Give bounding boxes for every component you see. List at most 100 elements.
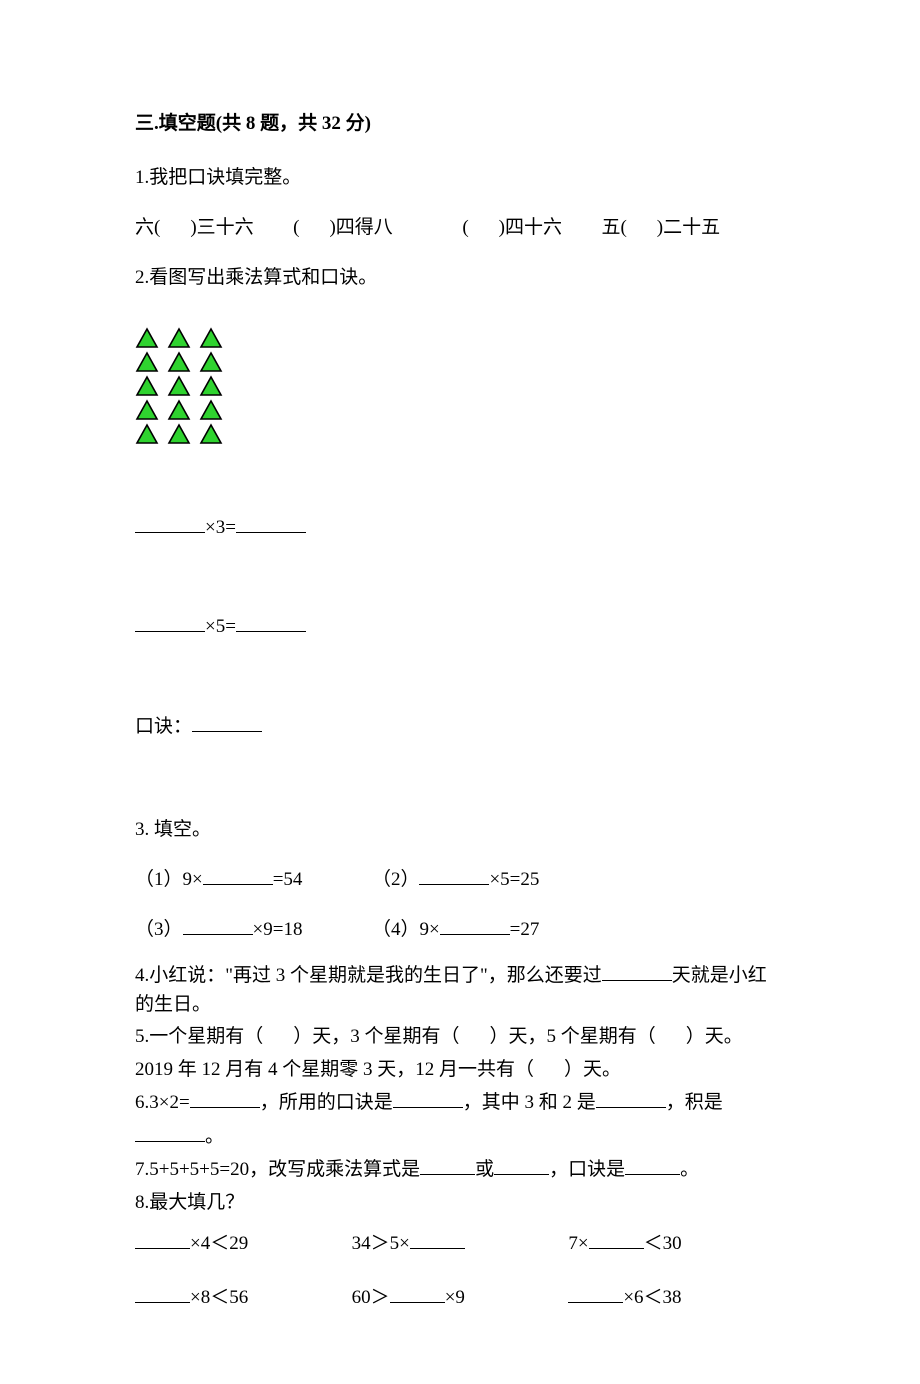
triangle-row bbox=[135, 375, 785, 397]
blank-input[interactable] bbox=[596, 1088, 666, 1108]
triangle-grid bbox=[135, 327, 785, 445]
q3-s1a: （1）9× bbox=[135, 869, 203, 890]
q7-a: 7.5+5+5+5=20，改写成乘法算式是 bbox=[135, 1159, 420, 1180]
triangle-icon bbox=[199, 327, 223, 349]
blank-input[interactable] bbox=[390, 1283, 445, 1303]
triangle-row bbox=[135, 351, 785, 373]
q1-p3b: )四十六 bbox=[499, 217, 562, 238]
q8-r1c1b: ×4＜29 bbox=[190, 1233, 248, 1254]
q1-p4b: )二十五 bbox=[657, 217, 720, 238]
q8-row1: ×4＜29 34＞5× 7× ＜30 bbox=[135, 1229, 785, 1259]
q8-r2c2a: 60＞ bbox=[352, 1287, 390, 1308]
q5-line1: 5.一个星期有（ ）天，3 个星期有（ ）天，5 个星期有（ ）天。 bbox=[135, 1023, 785, 1052]
q2-stem: 2.看图写出乘法算式和口诀。 bbox=[135, 259, 785, 297]
blank-input[interactable] bbox=[192, 712, 262, 732]
q5-b: ）天，3 个星期有（ bbox=[293, 1026, 459, 1047]
triangle-row bbox=[135, 327, 785, 349]
q6-e: 。 bbox=[205, 1126, 224, 1147]
triangle-icon bbox=[135, 399, 159, 421]
q6-d: ，积是 bbox=[666, 1092, 723, 1113]
q2-eq2-text: ×5= bbox=[205, 616, 236, 637]
blank-input[interactable] bbox=[440, 915, 510, 935]
q1-blanks: 六( )三十六 ( )四得八 ( )四十六 五( )二十五 bbox=[135, 209, 785, 247]
triangle-icon bbox=[199, 351, 223, 373]
blank-input[interactable] bbox=[625, 1155, 680, 1175]
q4-a: 4.小红说："再过 3 个星期就是我的生日了"，那么还要过 bbox=[135, 965, 602, 986]
q5-line2: 2019 年 12 月有 4 个星期零 3 天，12 月一共有（ ）天。 bbox=[135, 1056, 785, 1085]
q3-row2: （3） ×9=18 （4）9× =27 bbox=[135, 911, 785, 949]
q1-p2a: ( bbox=[293, 217, 299, 238]
q2-eq1: ×3= bbox=[135, 513, 785, 543]
q1-p1b: )三十六 bbox=[190, 217, 253, 238]
q6-c: ，其中 3 和 2 是 bbox=[463, 1092, 596, 1113]
q3-stem: 3. 填空。 bbox=[135, 811, 785, 849]
q3-s1b: =54 bbox=[273, 869, 303, 890]
blank-input[interactable] bbox=[419, 865, 489, 885]
triangle-icon bbox=[135, 327, 159, 349]
triangle-icon bbox=[135, 351, 159, 373]
q3-s3a: （3） bbox=[135, 919, 183, 940]
q4: 4.小红说："再过 3 个星期就是我的生日了"，那么还要过天就是小红的生日。 bbox=[135, 961, 785, 1019]
q8-r2c2b: ×9 bbox=[445, 1287, 465, 1308]
blank-input[interactable] bbox=[568, 1283, 623, 1303]
triangle-icon bbox=[199, 423, 223, 445]
blank-input[interactable] bbox=[494, 1155, 549, 1175]
q8-r2c3b: ×6＜38 bbox=[623, 1287, 681, 1308]
q3-s2b: ×5=25 bbox=[489, 869, 539, 890]
blank-input[interactable] bbox=[236, 513, 306, 533]
q5-a: 5.一个星期有（ bbox=[135, 1026, 263, 1047]
q3-s4a: （4）9× bbox=[372, 919, 440, 940]
q1-p4a: 五( bbox=[601, 217, 626, 238]
blank-input[interactable] bbox=[410, 1229, 465, 1249]
blank-input[interactable] bbox=[135, 1229, 190, 1249]
q2-koujue-label: 口诀： bbox=[135, 716, 192, 737]
triangle-row bbox=[135, 399, 785, 421]
blank-input[interactable] bbox=[393, 1088, 463, 1108]
q8-r1c2a: 34＞5× bbox=[352, 1233, 410, 1254]
triangle-icon bbox=[135, 423, 159, 445]
blank-input[interactable] bbox=[589, 1229, 644, 1249]
blank-input[interactable] bbox=[135, 1122, 205, 1142]
blank-input[interactable] bbox=[135, 612, 205, 632]
q6-line2: 。 bbox=[135, 1122, 785, 1152]
q1-p3a: ( bbox=[462, 217, 468, 238]
q3-s2a: （2） bbox=[372, 869, 420, 890]
blank-input[interactable] bbox=[203, 865, 273, 885]
q7-d: 。 bbox=[680, 1159, 699, 1180]
section-heading: 三.填空题(共 8 题，共 32 分) bbox=[135, 110, 785, 139]
blank-input[interactable] bbox=[190, 1088, 260, 1108]
triangle-icon bbox=[167, 423, 191, 445]
blank-input[interactable] bbox=[420, 1155, 475, 1175]
q2-koujue: 口诀： bbox=[135, 712, 785, 742]
q5-e: 2019 年 12 月有 4 个星期零 3 天，12 月一共有（ bbox=[135, 1059, 534, 1080]
q5-d: ）天。 bbox=[686, 1026, 743, 1047]
blank-input[interactable] bbox=[236, 612, 306, 632]
q7-b: 或 bbox=[475, 1159, 494, 1180]
q3-s4b: =27 bbox=[510, 919, 540, 940]
q7: 7.5+5+5+5=20，改写成乘法算式是或，口诀是。 bbox=[135, 1155, 785, 1185]
q2-eq1-text: ×3= bbox=[205, 517, 236, 538]
q5-f: ）天。 bbox=[564, 1059, 621, 1080]
q8-r1c3b: ＜30 bbox=[644, 1233, 682, 1254]
q8-r1c3a: 7× bbox=[568, 1233, 588, 1254]
blank-input[interactable] bbox=[135, 513, 205, 533]
triangle-icon bbox=[167, 375, 191, 397]
q5-c: ）天，5 个星期有（ bbox=[490, 1026, 656, 1047]
triangle-row bbox=[135, 423, 785, 445]
q3-s3b: ×9=18 bbox=[253, 919, 303, 940]
q1-stem: 1.我把口诀填完整。 bbox=[135, 159, 785, 197]
q8-r2c1b: ×8＜56 bbox=[190, 1287, 248, 1308]
worksheet-page: 三.填空题(共 8 题，共 32 分) 1.我把口诀填完整。 六( )三十六 ()… bbox=[0, 0, 920, 1384]
triangle-icon bbox=[167, 327, 191, 349]
q6: 6.3×2=，所用的口诀是，其中 3 和 2 是，积是 bbox=[135, 1088, 785, 1118]
q6-b: ，所用的口诀是 bbox=[260, 1092, 393, 1113]
triangle-icon bbox=[199, 399, 223, 421]
q1-p2b: )四得八 bbox=[329, 217, 392, 238]
triangle-icon bbox=[167, 351, 191, 373]
blank-input[interactable] bbox=[183, 915, 253, 935]
blank-input[interactable] bbox=[602, 961, 672, 981]
blank-input[interactable] bbox=[135, 1283, 190, 1303]
q2-eq2: ×5= bbox=[135, 612, 785, 642]
triangle-icon bbox=[167, 399, 191, 421]
q1-p1a: 六( bbox=[135, 217, 160, 238]
